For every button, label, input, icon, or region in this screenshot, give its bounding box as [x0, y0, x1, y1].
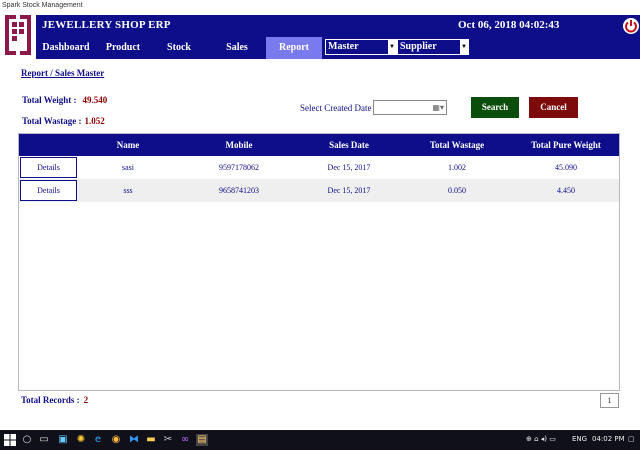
- running-app-icon[interactable]: ▤: [196, 434, 208, 446]
- language-indicator[interactable]: ENG: [572, 435, 587, 443]
- nav-product[interactable]: Product: [96, 37, 150, 59]
- total-wastage: Total Wastage :1.052: [22, 116, 105, 126]
- cancel-button[interactable]: Cancel: [529, 97, 578, 118]
- col-mobile: Mobile: [225, 140, 253, 150]
- nav-report[interactable]: Report: [266, 37, 322, 59]
- cell-sales-date: Dec 15, 2017: [327, 163, 371, 172]
- tray-icons[interactable]: ⊕ ⌂ ◂) ▭: [526, 435, 556, 443]
- cell-total-wastage: 1.002: [448, 163, 466, 172]
- master-select-value: Master: [328, 41, 359, 52]
- nav-stock[interactable]: Stock: [154, 37, 204, 59]
- window-title: Spark Stock Management: [2, 2, 83, 9]
- taskbar: ○ ▭ ▣ ✺ e ◉ ⧓ ▬ ✂ ∞ ▤ ⊕ ⌂ ◂) ▭ ENG 04:02…: [0, 430, 640, 450]
- cell-mobile: 9597178062: [219, 163, 259, 172]
- search-button[interactable]: Search: [471, 97, 519, 118]
- supplier-select[interactable]: Supplier ▼: [397, 39, 469, 55]
- col-sales-date: Sales Date: [329, 140, 369, 150]
- details-button[interactable]: Details: [20, 180, 77, 201]
- cell-total-pure-weight: 45.090: [555, 163, 577, 172]
- breadcrumb[interactable]: Report / Sales Master: [21, 68, 104, 78]
- sales-table: Name Mobile Sales Date Total Wastage Tot…: [18, 133, 620, 391]
- clock[interactable]: 04:02 PM: [592, 435, 625, 443]
- vscode-icon[interactable]: ⧓: [128, 434, 140, 446]
- table-row: Details sss 9658741203 Dec 15, 2017 0.05…: [19, 179, 619, 202]
- app-title: JEWELLERY SHOP ERP: [42, 19, 171, 31]
- task-view-icon[interactable]: ▭: [38, 434, 50, 446]
- current-datetime: Oct 06, 2018 04:02:43: [458, 19, 560, 31]
- col-name: Name: [116, 140, 140, 150]
- table-row: Details sasi 9597178062 Dec 15, 2017 1.0…: [19, 156, 619, 179]
- cell-name: sasi: [122, 163, 134, 172]
- desktop-app-icon[interactable]: ▣: [57, 434, 69, 446]
- cell-total-wastage: 0.050: [448, 186, 466, 195]
- total-weight: Total Weight : 49.540: [22, 95, 107, 105]
- total-records: Total Records :2: [21, 395, 88, 405]
- settings-app-icon[interactable]: ✺: [75, 434, 87, 446]
- details-button[interactable]: Details: [20, 157, 77, 178]
- cell-sales-date: Dec 15, 2017: [327, 186, 371, 195]
- nav-sales[interactable]: Sales: [212, 37, 262, 59]
- power-icon[interactable]: [622, 17, 640, 35]
- cell-name: sss: [123, 186, 133, 195]
- app-logo: [5, 15, 31, 55]
- total-wastage-label: Total Wastage :: [22, 116, 82, 126]
- main-nav: Dashboard Product Stock Sales Report Mas…: [36, 37, 640, 59]
- tools-icon[interactable]: ✂: [162, 434, 174, 446]
- visual-studio-icon[interactable]: ∞: [179, 434, 191, 446]
- col-total-pure-weight: Total Pure Weight: [531, 140, 601, 150]
- total-weight-label: Total Weight :: [22, 95, 77, 105]
- supplier-select-value: Supplier: [400, 41, 437, 52]
- master-select[interactable]: Master ▼: [325, 39, 397, 55]
- notification-icon[interactable]: ▢: [628, 435, 635, 443]
- total-records-label: Total Records :: [21, 395, 80, 405]
- file-explorer-icon[interactable]: ▬: [145, 434, 157, 446]
- col-total-wastage: Total Wastage: [429, 140, 485, 150]
- cell-mobile: 9658741203: [219, 186, 259, 195]
- search-icon[interactable]: ○: [21, 434, 33, 446]
- top-bar: JEWELLERY SHOP ERP Oct 06, 2018 04:02:43: [36, 15, 640, 37]
- total-records-value: 2: [83, 395, 89, 405]
- chevron-down-icon: ▼: [388, 40, 396, 54]
- chevron-down-icon: ▼: [460, 40, 468, 54]
- window-titlebar: Spark Stock Management: [0, 0, 640, 13]
- calendar-icon[interactable]: ▦▾: [432, 103, 444, 112]
- table-header: Name Mobile Sales Date Total Wastage Tot…: [19, 134, 619, 156]
- edge-icon[interactable]: e: [92, 434, 104, 446]
- total-weight-value: 49.540: [82, 95, 108, 105]
- total-wastage-value: 1.052: [84, 116, 105, 126]
- nav-dashboard[interactable]: Dashboard: [38, 37, 94, 59]
- chrome-icon[interactable]: ◉: [110, 434, 122, 446]
- date-filter-label: Select Created Date: [300, 103, 372, 113]
- page-button[interactable]: 1: [600, 393, 619, 408]
- windows-start-icon[interactable]: [4, 434, 16, 446]
- created-date-input[interactable]: ▦▾: [373, 100, 447, 115]
- cell-total-pure-weight: 4.450: [557, 186, 575, 195]
